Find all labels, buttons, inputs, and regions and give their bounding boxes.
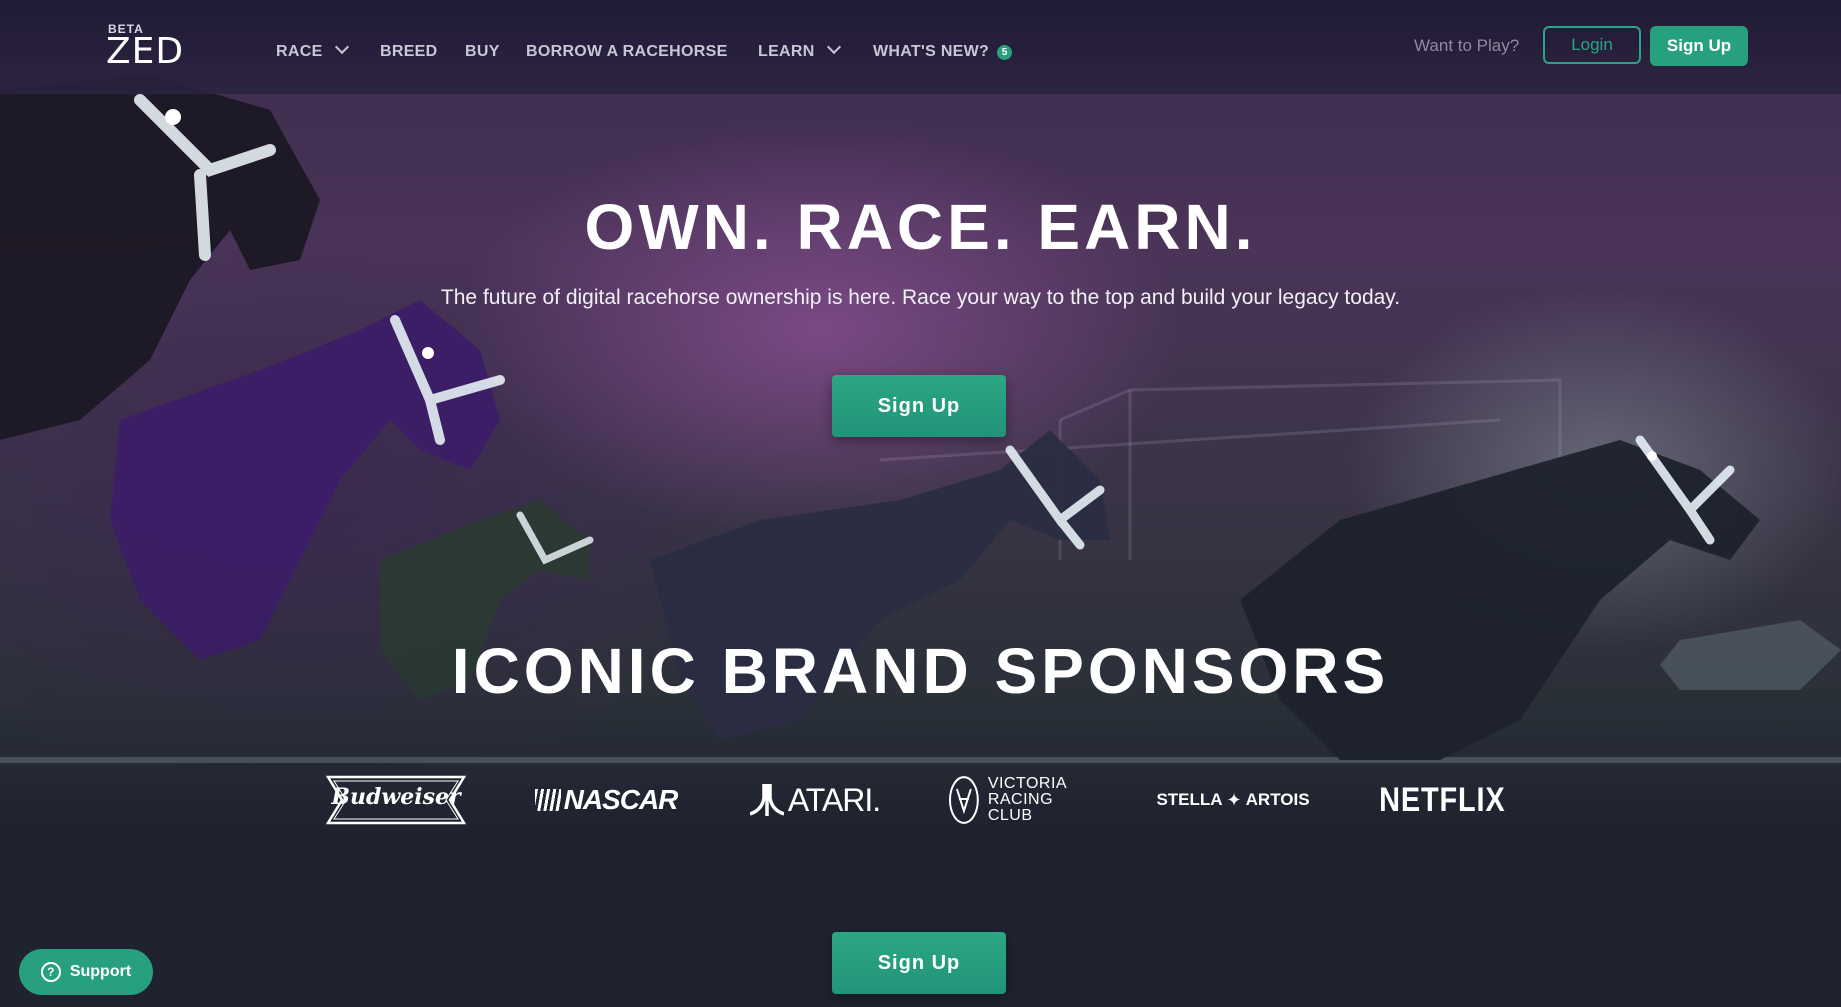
nav-buy-label: BUY (465, 43, 500, 60)
sponsor-stella-artois-logo: STELLA ✦ ARTOIS (1156, 770, 1310, 830)
sponsor-victoria-racing-club-logo: VICTORIA RACING CLUB (948, 770, 1102, 830)
nav-whats-new[interactable]: WHAT'S NEW? 5 (873, 43, 1013, 61)
support-button[interactable]: ? Support (19, 949, 153, 995)
top-navigation: BETA ZED RACE BREED BUY BORROW A RACEHOR… (0, 0, 1841, 94)
help-icon: ? (40, 962, 61, 982)
sponsor-vrc-line2: RACING CLUB (987, 791, 1054, 824)
hero-headline: OWN. RACE. EARN. (584, 191, 1257, 263)
sponsor-nascar-name: NASCAR (563, 784, 679, 815)
sponsor-nascar-logo: NASCAR (533, 770, 679, 830)
hero-subheadline: The future of digital racehorse ownershi… (440, 286, 1401, 309)
sponsor-stella-name: STELLA (1156, 790, 1223, 809)
sponsor-budweiser-logo: Budweiser (320, 770, 472, 830)
nav-borrow-a-racehorse[interactable]: BORROW A RACEHORSE (526, 43, 728, 61)
footer-signup-button[interactable]: Sign Up (832, 932, 1006, 994)
header-signup-button[interactable]: Sign Up (1650, 26, 1748, 66)
support-label: Support (69, 963, 132, 980)
want-to-play-text: Want to Play? (1414, 36, 1520, 55)
sponsor-vrc-line1: VICTORIA (987, 775, 1068, 792)
sponsor-atari-name: ATARI. (787, 781, 881, 818)
hero-signup-button[interactable]: Sign Up (832, 375, 1006, 437)
nav-whats-new-label: WHAT'S NEW? (873, 43, 990, 60)
chevron-down-icon (334, 39, 349, 55)
nascar-stripes-icon (534, 789, 561, 811)
nav-breed-label: BREED (380, 43, 438, 60)
star-icon: ✦ (1226, 789, 1242, 810)
nav-race-label: RACE (276, 43, 323, 60)
nav-breed[interactable]: BREED (380, 43, 438, 61)
chevron-down-icon (826, 39, 841, 55)
nav-buy[interactable]: BUY (465, 43, 500, 61)
login-button[interactable]: Login (1543, 26, 1641, 64)
zed-logo-mark: ZED (106, 31, 185, 72)
sponsor-artois-name: ARTOIS (1245, 790, 1310, 809)
nav-race[interactable]: RACE (276, 39, 349, 61)
nav-borrow-label: BORROW A RACEHORSE (526, 43, 728, 60)
atari-fuji-icon (749, 784, 784, 816)
nav-learn[interactable]: LEARN (758, 39, 841, 61)
whats-new-count-badge: 5 (997, 45, 1013, 60)
sponsor-netflix-name: NETFLIX (1378, 780, 1506, 819)
sponsor-atari-logo: ATARI. (748, 770, 882, 830)
sponsor-budweiser-name: Budweiser (331, 784, 461, 810)
sponsor-netflix-logo: NETFLIX (1378, 770, 1506, 830)
victoria-racing-club-crest-icon (948, 776, 979, 824)
sponsors-title: ICONIC BRAND SPONSORS (451, 635, 1390, 707)
nav-learn-label: LEARN (758, 43, 815, 60)
zed-logo[interactable]: BETA ZED (106, 22, 183, 70)
